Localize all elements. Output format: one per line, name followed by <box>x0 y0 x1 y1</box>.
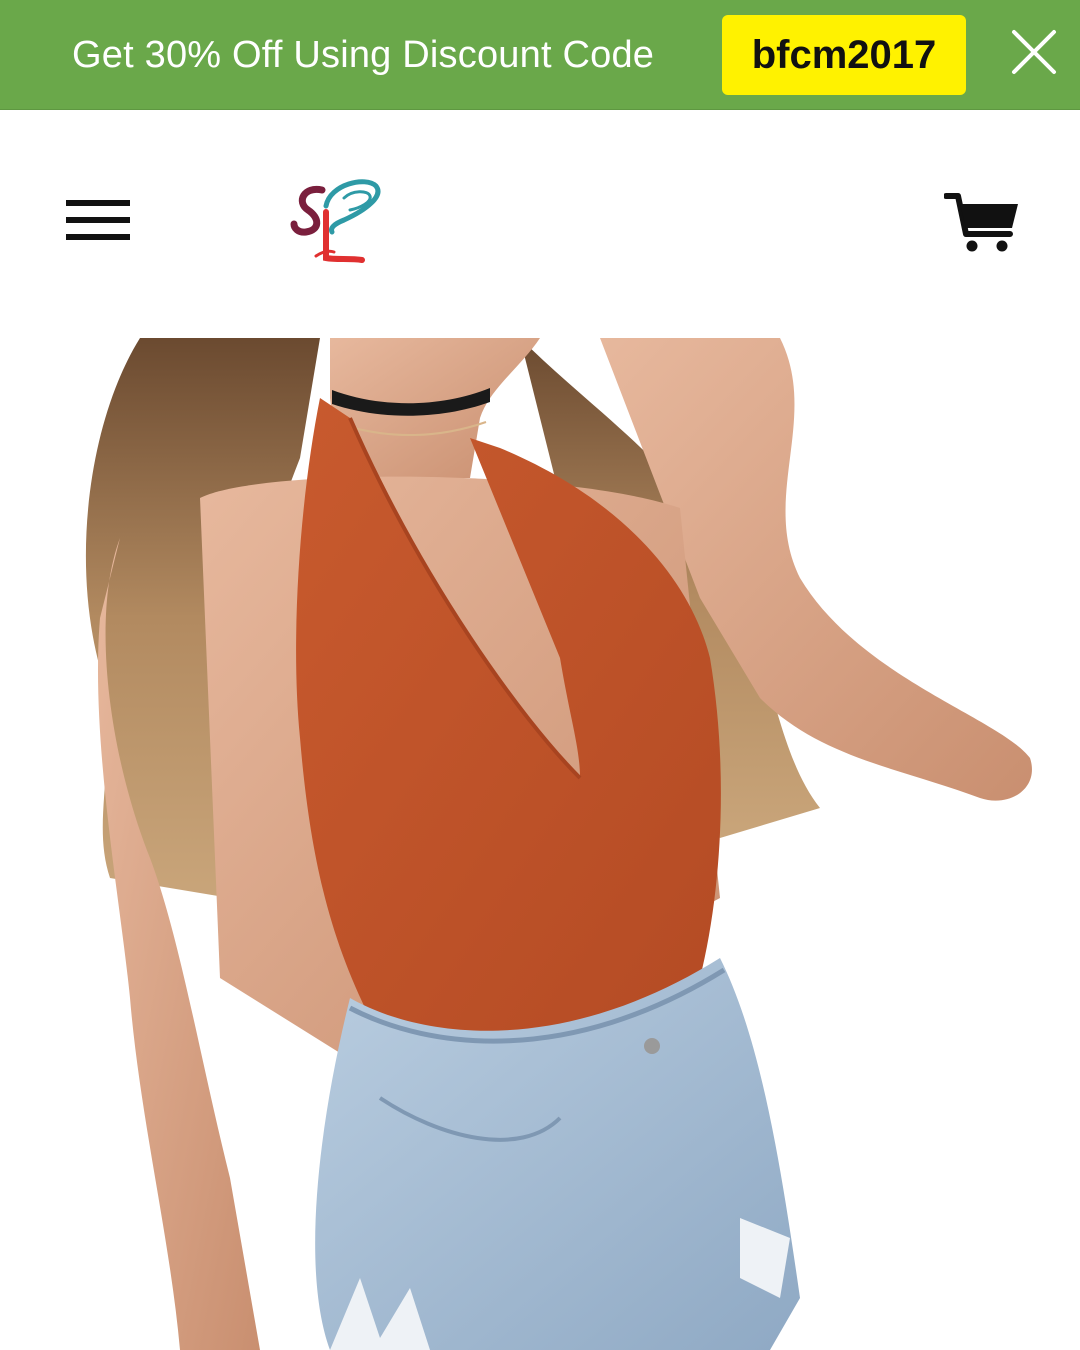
logo-icon[interactable] <box>286 176 386 272</box>
site-header <box>0 110 1080 338</box>
discount-code-button[interactable]: bfcm2017 <box>722 15 966 95</box>
menu-bar <box>66 217 130 223</box>
promo-text: Get 30% Off Using Discount Code <box>72 34 655 76</box>
menu-bar <box>66 200 130 206</box>
promo-banner: Get 30% Off Using Discount Code bfcm2017 <box>0 0 1080 110</box>
product-image[interactable] <box>0 338 1080 1350</box>
shopping-cart-icon[interactable] <box>943 192 1022 256</box>
menu-bar <box>66 234 130 240</box>
page: Get 30% Off Using Discount Code bfcm2017 <box>0 0 1080 1350</box>
close-icon[interactable] <box>1008 26 1060 78</box>
hamburger-menu-icon[interactable] <box>66 198 132 248</box>
